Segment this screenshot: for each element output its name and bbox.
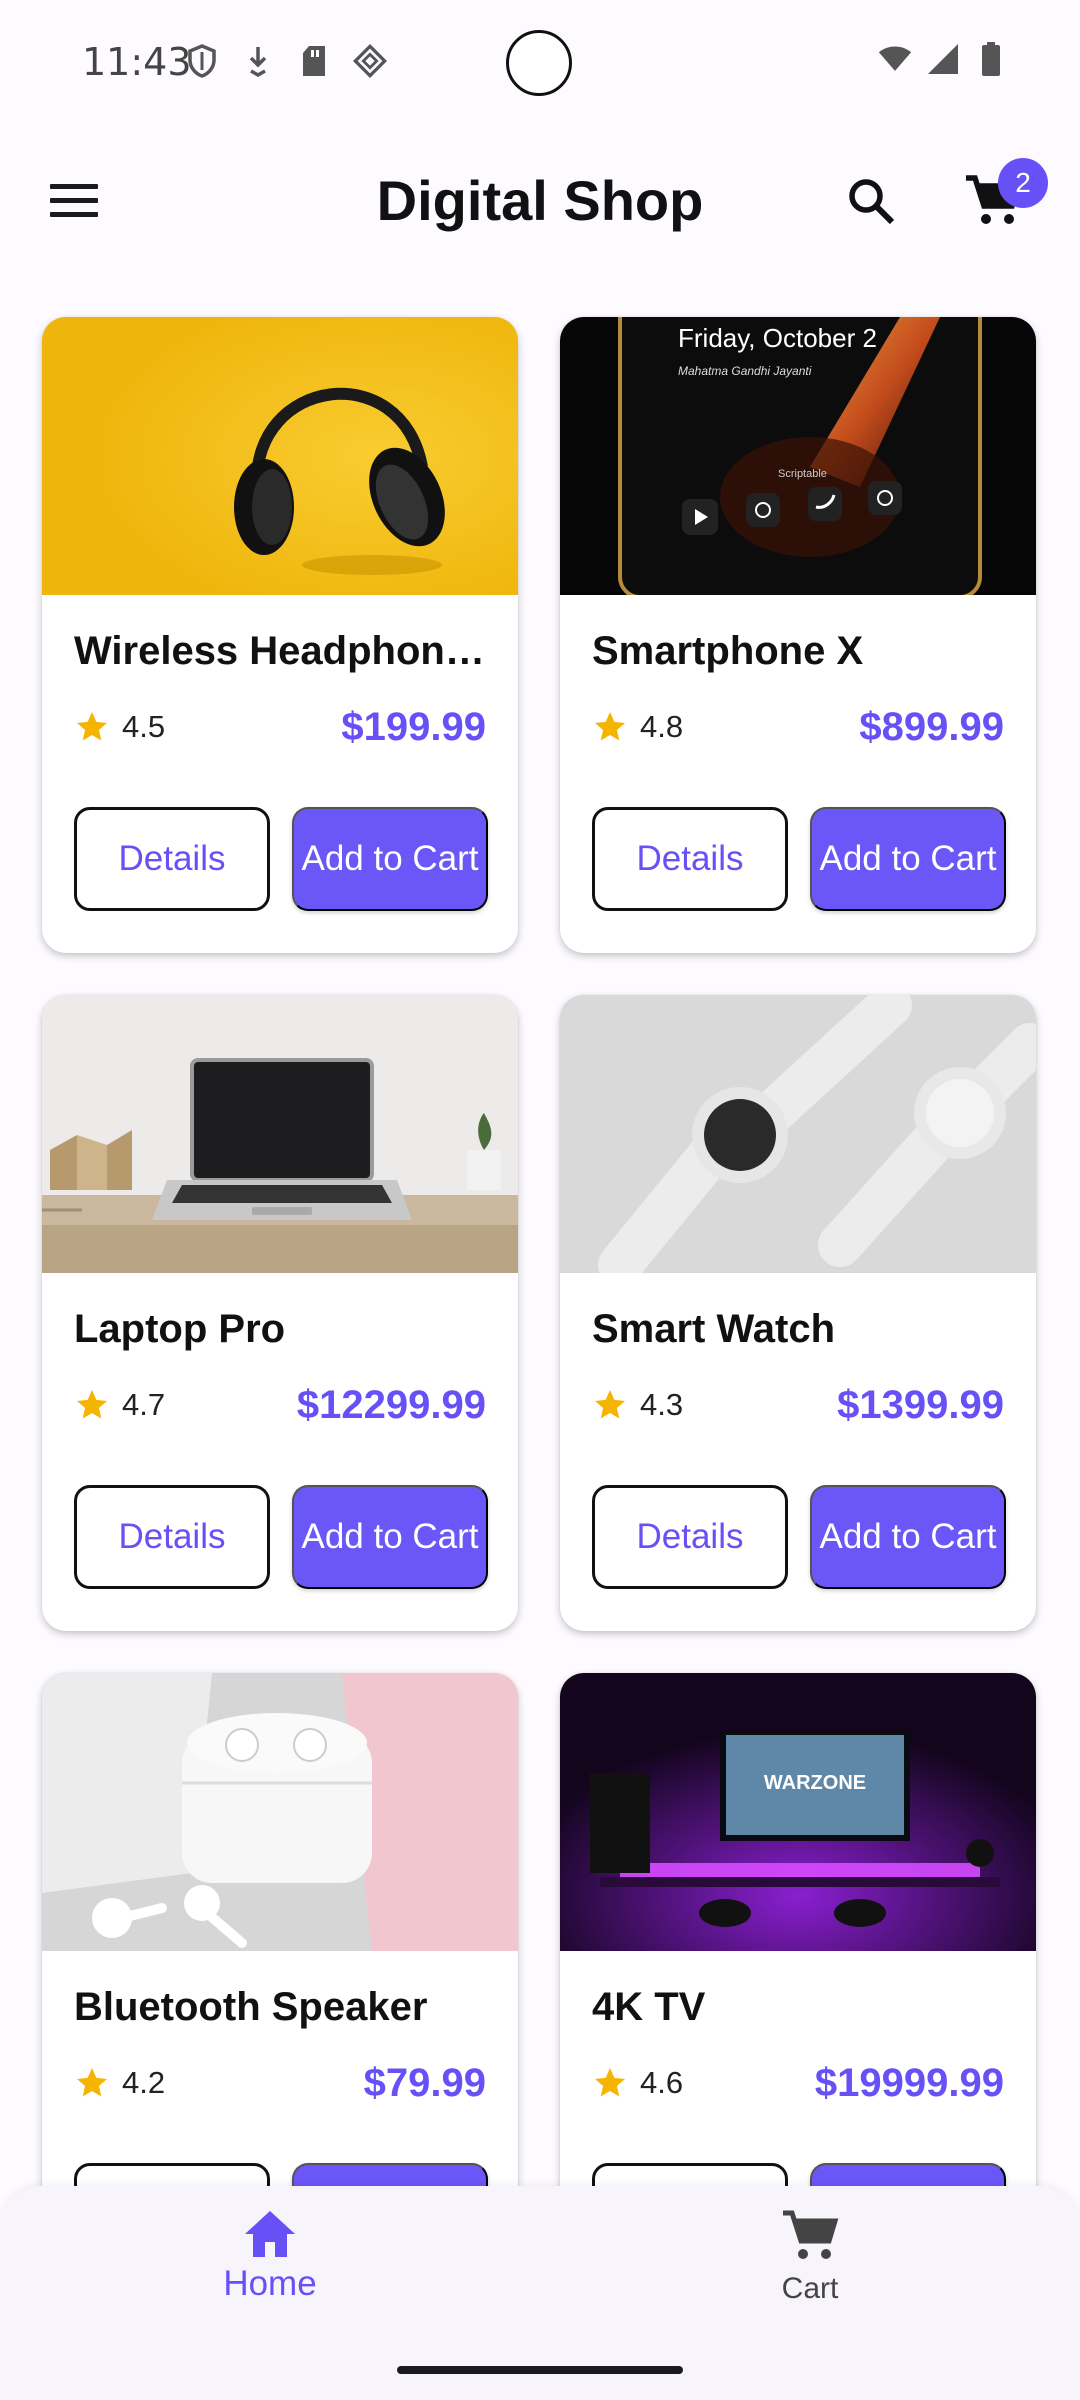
camera-cutout (506, 30, 572, 96)
earbuds-image (42, 1673, 518, 1951)
home-icon (245, 2211, 295, 2257)
phone-screen-sub: Mahatma Gandhi Jayanti (678, 364, 812, 378)
rating-value: 4.3 (640, 1387, 684, 1422)
details-button[interactable]: Details (592, 1485, 788, 1589)
star-icon (595, 2068, 625, 2097)
product-name: Smartphone X (592, 629, 864, 673)
add-to-cart-button[interactable]: Add to Cart (810, 1485, 1006, 1589)
product-rating: 4.2 (74, 2065, 165, 2101)
product-name: Laptop Pro (74, 1307, 286, 1351)
phone-screen-app: Scriptable (778, 468, 827, 480)
star-icon (77, 712, 107, 741)
star-icon (77, 1390, 107, 1419)
search-button[interactable] (838, 168, 904, 234)
status-system-icons (878, 42, 1008, 76)
add-to-cart-button[interactable]: Add to Cart (292, 807, 488, 911)
product-name: Smart Watch (592, 1307, 836, 1351)
details-button[interactable]: Details (592, 807, 788, 911)
smart-watch-image (560, 995, 1036, 1273)
battery-icon (974, 42, 1008, 76)
gesture-handle[interactable] (397, 2366, 683, 2374)
rating-value: 4.7 (122, 1387, 166, 1422)
nav-cart[interactable]: Cart (690, 2208, 930, 2306)
add-to-cart-button[interactable]: Add to Cart (810, 807, 1006, 911)
product-name: Bluetooth Speaker (74, 1985, 428, 2029)
smartphone-image: Friday, October 2 Mahatma Gandhi Jayanti… (560, 317, 1036, 595)
product-price: $899.99 (859, 705, 1004, 749)
headphones-image (42, 317, 518, 595)
status-bar: 11:43 (0, 0, 1080, 130)
status-time: 11:43 (82, 40, 192, 84)
nearby-share-icon (353, 43, 387, 79)
status-notification-icons (185, 43, 387, 79)
nav-home[interactable]: Home (150, 2208, 390, 2304)
search-icon (849, 179, 895, 225)
rating-value: 4.5 (122, 709, 166, 744)
cart-count-badge: 2 (998, 158, 1048, 208)
shield-icon (185, 44, 219, 78)
nav-cart-label: Cart (781, 2272, 839, 2305)
product-name: Wireless Headphon… (74, 629, 485, 673)
rating-value: 4.8 (640, 709, 684, 744)
product-rating: 4.8 (592, 709, 683, 745)
product-price: $79.99 (363, 2061, 486, 2105)
star-icon (595, 712, 625, 741)
signal-icon (926, 42, 960, 76)
rating-value: 4.2 (122, 2065, 166, 2100)
cart-icon (783, 2210, 839, 2259)
product-card[interactable]: Wireless Headphon… 4.5 $199.99 Details A… (42, 317, 518, 953)
product-price: $199.99 (341, 705, 486, 749)
product-card[interactable]: Laptop Pro 4.7 $12299.99 Details Add to … (42, 995, 518, 1631)
page-title: Digital Shop (376, 169, 704, 232)
app-bar: Digital Shop (0, 150, 1080, 250)
product-name: 4K TV (592, 1985, 706, 2029)
product-rating: 4.7 (74, 1387, 165, 1423)
product-price: $19999.99 (814, 2061, 1004, 2105)
laptop-image (42, 995, 518, 1273)
download-icon (241, 44, 275, 78)
rating-value: 4.6 (640, 2065, 684, 2100)
product-card[interactable]: Smart Watch 4.3 $1399.99 Details Add to … (560, 995, 1036, 1631)
product-rating: 4.5 (74, 709, 165, 745)
star-icon (595, 1390, 625, 1419)
product-price: $1399.99 (837, 1383, 1004, 1427)
product-grid: Wireless Headphon… 4.5 $199.99 Details A… (42, 317, 1040, 2309)
product-card[interactable]: Friday, October 2 Mahatma Gandhi Jayanti… (560, 317, 1036, 953)
tv-image: WARZONE (560, 1673, 1036, 1951)
add-to-cart-button[interactable]: Add to Cart (292, 1485, 488, 1589)
sd-card-icon (297, 44, 331, 78)
star-icon (77, 2068, 107, 2097)
details-button[interactable]: Details (74, 807, 270, 911)
nav-home-label: Home (223, 2264, 317, 2303)
tv-screen-title: WARZONE (764, 1772, 866, 1794)
phone-screen-date: Friday, October 2 (678, 323, 877, 353)
product-rating: 4.3 (592, 1387, 683, 1423)
product-price: $12299.99 (296, 1383, 486, 1427)
details-button[interactable]: Details (74, 1485, 270, 1589)
wifi-icon (878, 42, 912, 76)
product-rating: 4.6 (592, 2065, 683, 2101)
